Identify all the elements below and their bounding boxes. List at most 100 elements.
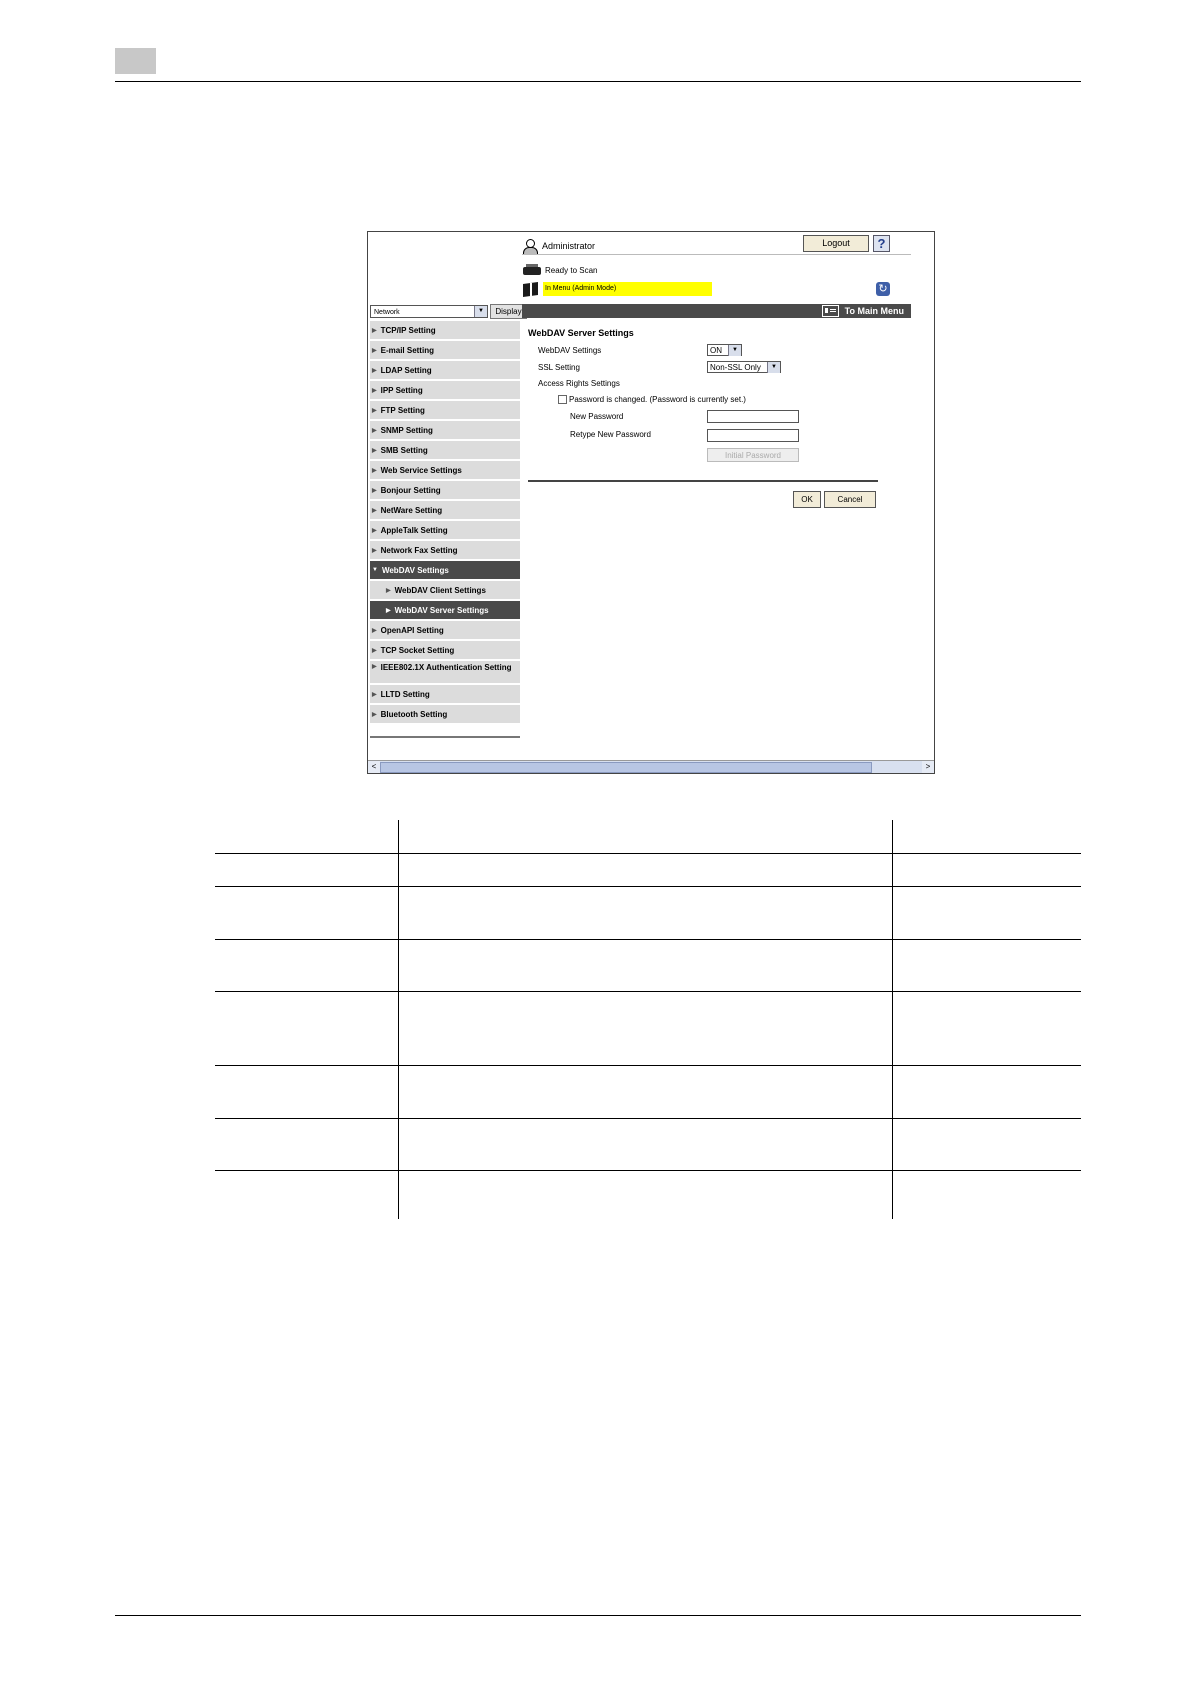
user-icon bbox=[522, 238, 538, 255]
side-item-label: IPP Setting bbox=[380, 385, 423, 395]
table-column-line bbox=[892, 820, 893, 1219]
screenshot-frame: Administrator Logout ? Ready to Scan In … bbox=[367, 231, 935, 774]
side-item-tcp-socket[interactable]: ▶ TCP Socket Setting bbox=[370, 641, 520, 659]
box-icon bbox=[522, 281, 540, 298]
side-item-bluetooth[interactable]: ▶ Bluetooth Setting bbox=[370, 705, 520, 723]
webdav-value: ON bbox=[710, 346, 722, 355]
triangle-right-icon: ▶ bbox=[372, 527, 377, 534]
side-item-label: Bonjour Setting bbox=[380, 485, 441, 495]
main-menu-icon bbox=[821, 305, 839, 317]
new-password-field[interactable] bbox=[707, 410, 799, 423]
footer-rule bbox=[115, 1615, 1081, 1616]
chevron-down-icon[interactable]: ▼ bbox=[728, 345, 741, 356]
table-row-line bbox=[215, 1118, 1081, 1119]
table-row-line bbox=[215, 991, 1081, 992]
table-row-line bbox=[215, 886, 1081, 887]
scroll-right-icon[interactable]: > bbox=[922, 761, 934, 773]
triangle-right-icon: ▶ bbox=[372, 691, 377, 698]
side-item-webdav-client[interactable]: ▶ WebDAV Client Settings bbox=[370, 581, 520, 599]
side-item-network-fax[interactable]: ▶ Network Fax Setting bbox=[370, 541, 520, 559]
admin-indicator: Administrator bbox=[522, 238, 596, 255]
triangle-right-icon: ▶ bbox=[372, 507, 377, 514]
category-select[interactable]: Network ▼ bbox=[370, 305, 488, 318]
table-row-line bbox=[215, 1065, 1081, 1066]
side-item-label: WebDAV Client Settings bbox=[394, 585, 486, 595]
status-ready-text: Ready to Scan bbox=[545, 265, 598, 275]
initial-password-button[interactable]: Initial Password bbox=[707, 448, 799, 462]
side-item-ieee8021x[interactable]: ▶ IEEE802.1X Authentication Setting bbox=[370, 661, 520, 683]
content-divider bbox=[528, 480, 878, 482]
side-item-label: Web Service Settings bbox=[380, 465, 462, 475]
side-item-label: Bluetooth Setting bbox=[380, 709, 448, 719]
retype-password-label: Retype New Password bbox=[570, 430, 651, 439]
side-item-email[interactable]: ▶ E-mail Setting bbox=[370, 341, 520, 359]
side-item-label: LLTD Setting bbox=[380, 689, 430, 699]
triangle-right-icon: ▶ bbox=[372, 627, 377, 634]
side-item-openapi[interactable]: ▶ OpenAPI Setting bbox=[370, 621, 520, 639]
category-value: Network bbox=[374, 309, 400, 316]
triangle-right-icon: ▶ bbox=[372, 367, 377, 374]
main-menu-label: To Main Menu bbox=[844, 306, 904, 316]
side-item-ldap[interactable]: ▶ LDAP Setting bbox=[370, 361, 520, 379]
table-row-line bbox=[215, 1170, 1081, 1171]
logout-button[interactable]: Logout bbox=[803, 235, 869, 252]
job-status-text: In Menu (Admin Mode) bbox=[543, 282, 712, 296]
side-item-smb[interactable]: ▶ SMB Setting bbox=[370, 441, 520, 459]
new-password-label: New Password bbox=[570, 412, 624, 421]
webdav-settings-label: WebDAV Settings bbox=[538, 346, 602, 355]
triangle-right-icon: ▶ bbox=[386, 587, 391, 594]
to-main-menu-link[interactable]: To Main Menu bbox=[821, 305, 904, 317]
triangle-right-icon: ▶ bbox=[372, 467, 377, 474]
ssl-value: Non-SSL Only bbox=[710, 363, 761, 372]
side-item-appletalk[interactable]: ▶ AppleTalk Setting bbox=[370, 521, 520, 539]
side-item-label: Network Fax Setting bbox=[380, 545, 458, 555]
side-item-netware[interactable]: ▶ NetWare Setting bbox=[370, 501, 520, 519]
triangle-right-icon: ▶ bbox=[372, 407, 377, 414]
side-item-snmp[interactable]: ▶ SNMP Setting bbox=[370, 421, 520, 439]
header-divider bbox=[522, 254, 911, 255]
side-item-label: SNMP Setting bbox=[380, 425, 433, 435]
triangle-right-icon: ▶ bbox=[372, 327, 377, 334]
triangle-right-icon: ▶ bbox=[372, 347, 377, 354]
side-item-label: TCP Socket Setting bbox=[380, 645, 455, 655]
chevron-down-icon[interactable]: ▼ bbox=[767, 362, 780, 373]
triangle-right-icon: ▶ bbox=[372, 647, 377, 654]
header-rule bbox=[115, 81, 1081, 82]
triangle-right-icon: ▶ bbox=[372, 487, 377, 494]
admin-label: Administrator bbox=[542, 241, 596, 251]
job-status: In Menu (Admin Mode) bbox=[522, 281, 712, 298]
triangle-right-icon: ▶ bbox=[372, 711, 377, 718]
side-item-lltd[interactable]: ▶ LLTD Setting bbox=[370, 685, 520, 703]
horizontal-scrollbar[interactable]: < > bbox=[368, 760, 934, 773]
ok-button[interactable]: OK bbox=[793, 491, 821, 508]
printer-icon bbox=[522, 264, 542, 276]
side-menu: ▶ TCP/IP Setting ▶ E-mail Setting ▶ LDAP Se… bbox=[370, 321, 520, 725]
chapter-tab bbox=[115, 48, 156, 74]
side-item-ftp[interactable]: ▶ FTP Setting bbox=[370, 401, 520, 419]
scroll-left-icon[interactable]: < bbox=[368, 761, 380, 773]
webdav-select[interactable]: ON ▼ bbox=[707, 344, 742, 356]
side-item-web-service[interactable]: ▶ Web Service Settings bbox=[370, 461, 520, 479]
refresh-icon[interactable]: ↻ bbox=[876, 282, 890, 296]
chevron-down-icon[interactable]: ▼ bbox=[474, 306, 487, 317]
side-item-bonjour[interactable]: ▶ Bonjour Setting bbox=[370, 481, 520, 499]
ssl-select[interactable]: Non-SSL Only ▼ bbox=[707, 361, 781, 373]
password-changed-checkbox[interactable] bbox=[558, 395, 567, 404]
side-item-webdav-server[interactable]: ▶ WebDAV Server Settings bbox=[370, 601, 520, 619]
side-item-label: WebDAV Settings bbox=[381, 565, 449, 575]
triangle-right-icon: ▶ bbox=[386, 607, 391, 614]
side-item-label: TCP/IP Setting bbox=[380, 325, 436, 335]
side-item-label: SMB Setting bbox=[380, 445, 428, 455]
side-item-ipp[interactable]: ▶ IPP Setting bbox=[370, 381, 520, 399]
side-item-tcpip[interactable]: ▶ TCP/IP Setting bbox=[370, 321, 520, 339]
side-item-webdav[interactable]: ▼ WebDAV Settings bbox=[370, 561, 520, 579]
side-item-label: E-mail Setting bbox=[380, 345, 434, 355]
triangle-right-icon: ▶ bbox=[372, 447, 377, 454]
scroll-thumb[interactable] bbox=[380, 762, 872, 773]
retype-password-field[interactable] bbox=[707, 429, 799, 442]
access-rights-label: Access Rights Settings bbox=[538, 379, 620, 388]
password-changed-label: Password is changed. (Password is curren… bbox=[569, 395, 746, 404]
help-icon[interactable]: ? bbox=[873, 235, 890, 252]
triangle-down-icon: ▼ bbox=[372, 567, 378, 573]
cancel-button[interactable]: Cancel bbox=[824, 491, 876, 508]
